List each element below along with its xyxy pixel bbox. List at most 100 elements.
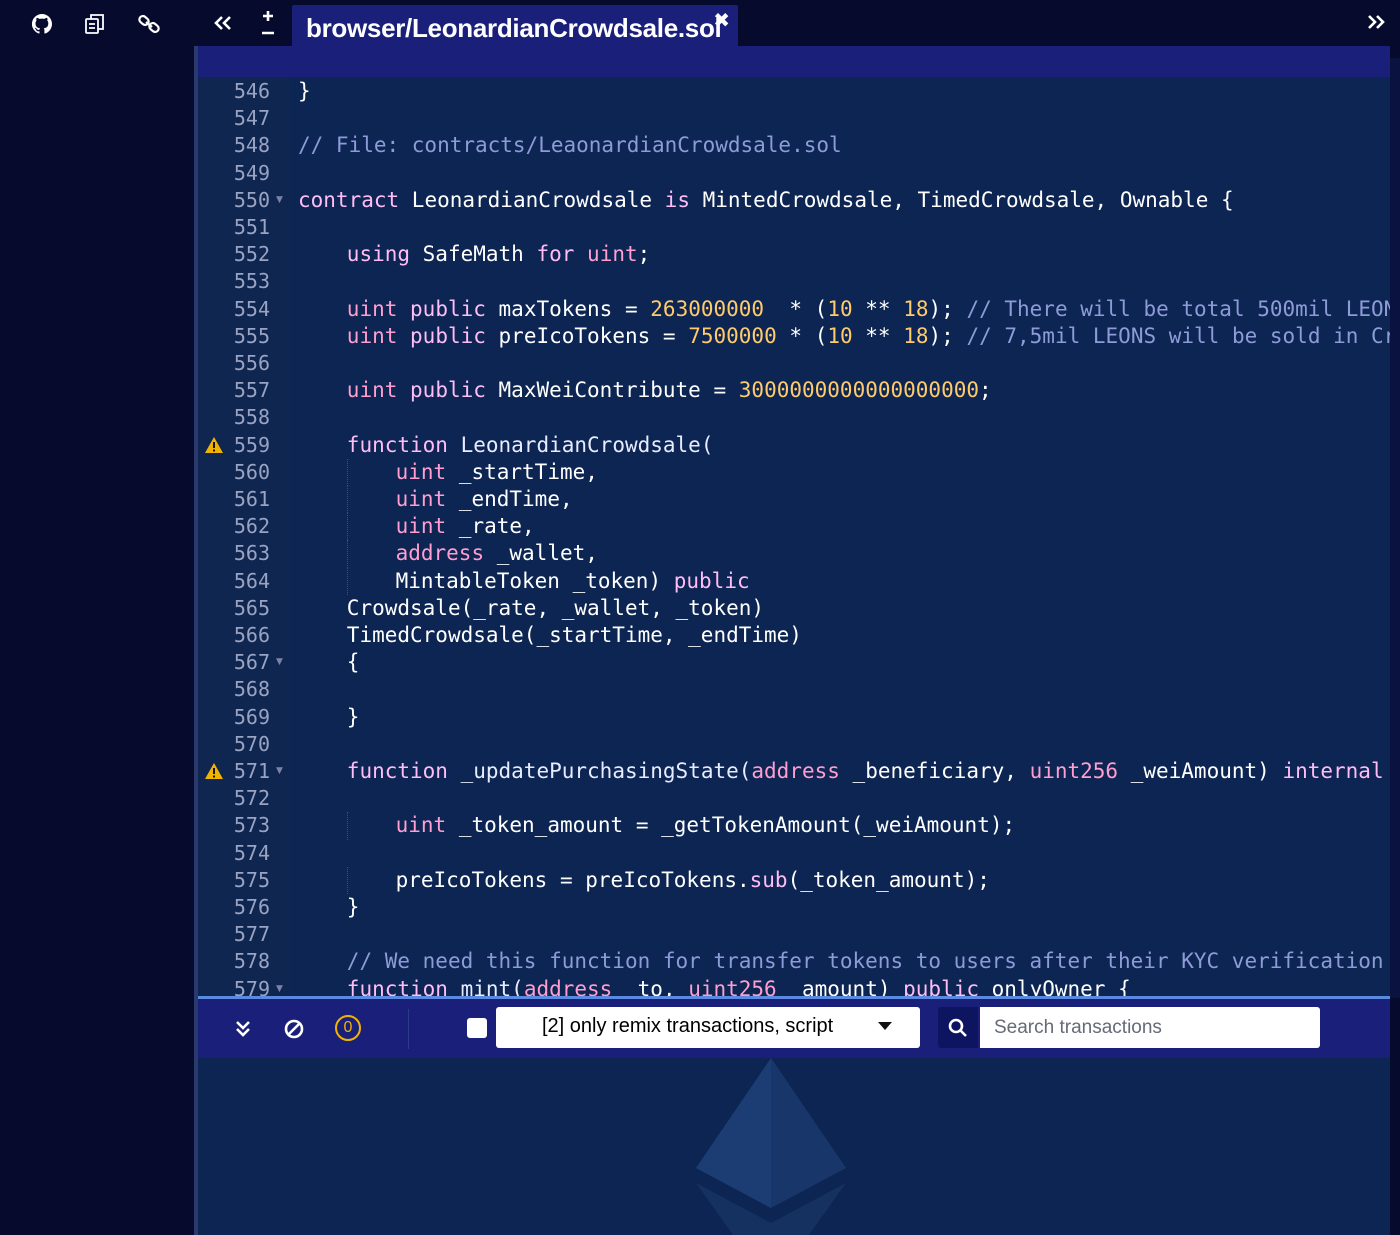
code-line[interactable]: } [290, 894, 1390, 921]
code-line[interactable] [290, 785, 1390, 812]
zoom-plus-minus-icon[interactable] [255, 9, 281, 37]
code-token: _weiAmount) [1118, 759, 1283, 783]
double-chevron-left-icon[interactable] [210, 9, 236, 37]
code-token: uint256 [1029, 759, 1119, 783]
code-line[interactable]: uint public MaxWeiContribute = 300000000… [290, 377, 1390, 404]
line-number: 554 [233, 296, 270, 321]
copy-icon[interactable] [83, 12, 107, 36]
indent-guide [346, 513, 348, 541]
code-line[interactable] [290, 404, 1390, 431]
terminal-output[interactable] [198, 1058, 1390, 1235]
line-number: 552 [233, 242, 270, 267]
code-line[interactable]: address _wallet, [290, 540, 1390, 567]
code-token: uint [346, 323, 398, 348]
code-line[interactable] [290, 268, 1390, 295]
fold-arrow-icon[interactable]: ▼ [276, 758, 283, 785]
code-line[interactable]: uint public maxTokens = 263000000 * (10 … [290, 296, 1390, 323]
code-line[interactable] [290, 921, 1390, 948]
double-chevron-down-icon[interactable] [229, 1015, 257, 1043]
code-line[interactable]: // We need this function for transfer to… [290, 948, 1390, 975]
editor-header-bar [198, 46, 1390, 77]
code-token: ** [852, 323, 904, 348]
code-line[interactable]: contract LeonardianCrowdsale is MintedCr… [290, 187, 1390, 214]
pending-transactions-count[interactable]: 0 [335, 1015, 361, 1041]
code-token: sub [749, 867, 788, 892]
github-icon[interactable] [30, 12, 54, 36]
code-area[interactable]: } // File: contracts/LeaonardianCrowdsale… [290, 77, 1390, 996]
editor-scrollbar[interactable] [1390, 58, 1400, 998]
code-line[interactable] [290, 160, 1390, 187]
code-line[interactable]: function _updatePurchasingState(address … [290, 758, 1390, 785]
code-line[interactable]: function mint(address _to, uint256 _amou… [290, 976, 1390, 996]
line-number: 558 [233, 405, 270, 430]
warning-icon[interactable] [204, 436, 224, 454]
toolbar-divider [408, 1009, 409, 1049]
transaction-filter-select[interactable]: [2] only remix transactions, script [496, 1007, 920, 1048]
code-token: = [559, 867, 573, 892]
fold-arrow-icon[interactable]: ▼ [276, 649, 283, 676]
code-line[interactable]: using SafeMath for uint; [290, 241, 1390, 268]
code-line[interactable] [290, 840, 1390, 867]
line-number: 576 [233, 895, 270, 919]
code-token: preIcoTokens. [572, 867, 750, 892]
line-number: 565 [233, 595, 270, 620]
code-line[interactable] [290, 105, 1390, 132]
code-line[interactable]: uint _token_amount = _getTokenAmount(_we… [290, 812, 1390, 839]
code-token: contract [298, 187, 400, 212]
line-number: 547 [233, 106, 270, 131]
search-icon [948, 1018, 967, 1037]
link-icon[interactable] [137, 12, 161, 36]
transaction-filter-label: [2] only remix transactions, script [542, 1015, 834, 1037]
code-token: SafeMath [410, 242, 537, 267]
code-token: = [624, 296, 638, 321]
code-token: // There will be total 500mil LEON T [966, 296, 1390, 321]
code-token: _getTokenAmount(_weiAmount); [648, 813, 1016, 838]
code-token: _wallet, [484, 541, 598, 566]
listen-network-checkbox[interactable] [467, 1018, 487, 1038]
fold-arrow-icon[interactable]: ▼ [276, 187, 283, 214]
terminal-toolbar: 0 [2] only remix transactions, script [198, 999, 1390, 1058]
code-editor[interactable]: 546 547 548 549 550 ▼ 551 552 553 554 555 556 557 558… [198, 77, 1390, 996]
double-chevron-right-icon[interactable] [1364, 10, 1388, 34]
search-button[interactable] [938, 1007, 978, 1048]
code-token: ** [852, 296, 904, 321]
clear-console-icon[interactable] [280, 1015, 308, 1043]
line-number: 574 [233, 840, 270, 865]
code-line[interactable] [290, 214, 1390, 241]
code-line[interactable]: uint public preIcoTokens = 7500000 * (10… [290, 323, 1390, 350]
code-token: public [903, 976, 979, 996]
code-line[interactable]: Crowdsale(_rate, _wallet, _token) [290, 595, 1390, 622]
code-token: public [410, 323, 486, 348]
file-tab-active[interactable]: browser/LeonardianCrowdsale.sol ✖ [292, 5, 738, 46]
line-number: 556 [233, 351, 270, 375]
code-token: ); [928, 323, 967, 348]
code-line[interactable]: TimedCrowdsale(_startTime, _endTime) [290, 622, 1390, 649]
fold-arrow-icon[interactable]: ▼ [276, 976, 283, 996]
line-number: 560 [233, 459, 270, 484]
code-line[interactable]: uint _rate, [290, 513, 1390, 540]
code-line[interactable]: } [290, 78, 1390, 105]
code-token: * [789, 296, 803, 321]
code-line[interactable]: MintableToken _token) public [290, 568, 1390, 595]
code-line[interactable]: } [290, 704, 1390, 731]
code-token: _amount) [776, 976, 904, 996]
close-icon[interactable]: ✖ [713, 8, 730, 32]
code-line[interactable]: uint _startTime, [290, 459, 1390, 486]
search-transactions-input[interactable] [980, 1007, 1320, 1048]
line-number: 561 [233, 487, 270, 511]
code-token: MintableToken _token) [395, 568, 674, 593]
code-line[interactable]: function LeonardianCrowdsale( [290, 432, 1390, 459]
code-line[interactable]: preIcoTokens = preIcoTokens.sub(_token_a… [290, 867, 1390, 894]
code-token: address [395, 541, 485, 566]
code-line[interactable]: uint _endTime, [290, 486, 1390, 513]
code-line[interactable]: { [290, 649, 1390, 676]
code-token: uint [395, 487, 447, 511]
warning-icon[interactable] [204, 762, 224, 780]
code-line[interactable] [290, 676, 1390, 703]
ethereum-logo-icon [696, 1058, 846, 1235]
code-line[interactable] [290, 731, 1390, 758]
code-line[interactable]: // File: contracts/LeaonardianCrowdsale.… [290, 132, 1390, 159]
code-line[interactable] [290, 350, 1390, 377]
